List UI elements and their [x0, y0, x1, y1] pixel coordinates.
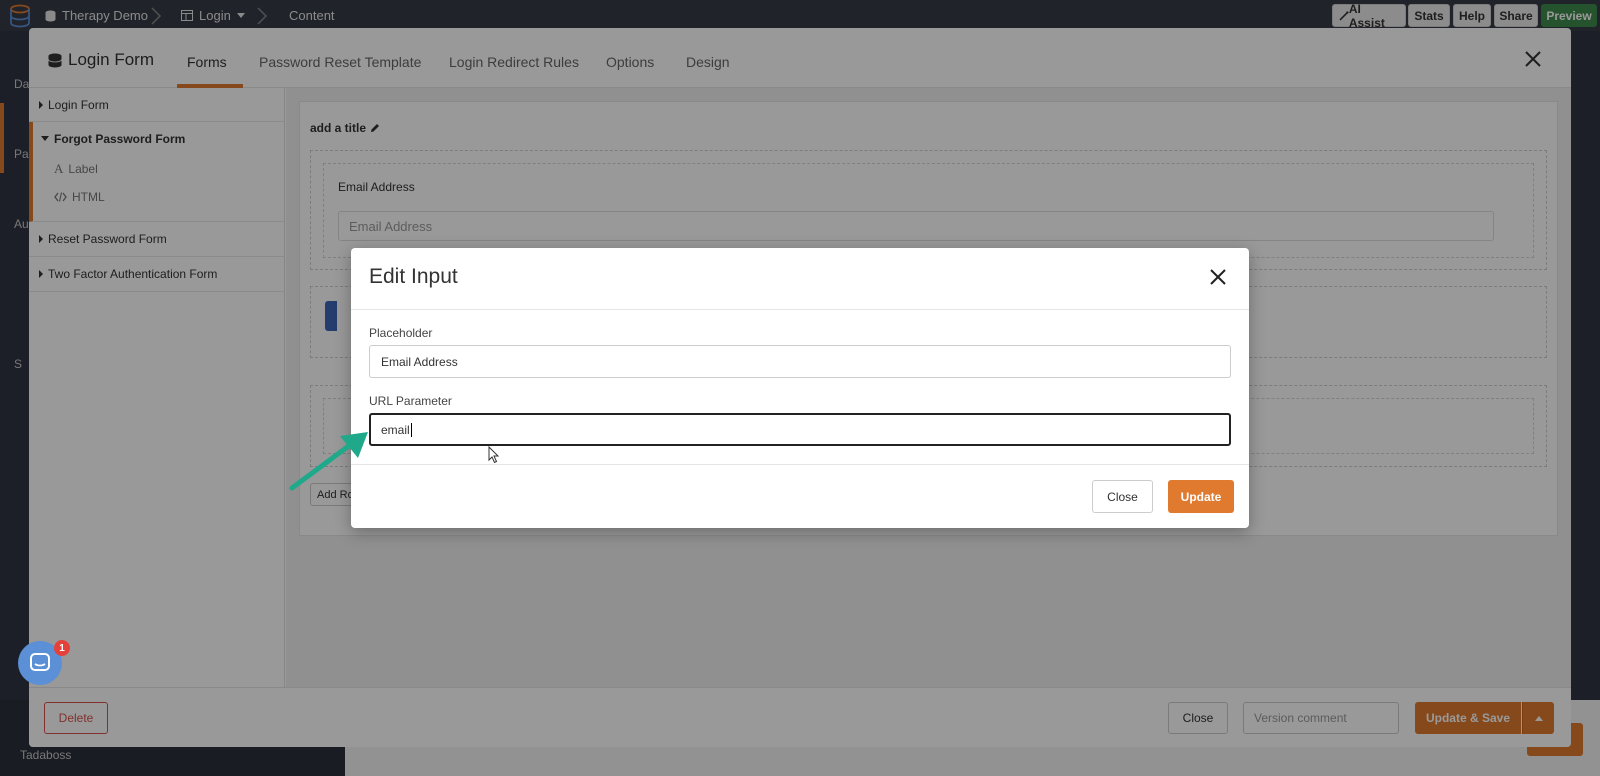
dialog-close-button[interactable]: Close — [1092, 480, 1153, 513]
placeholder-input[interactable]: Email Address — [369, 345, 1231, 378]
divider — [351, 309, 1249, 310]
mouse-pointer-icon — [488, 446, 500, 464]
text-cursor — [410, 422, 412, 437]
divider — [351, 464, 1249, 465]
dialog-title: Edit Input — [369, 265, 458, 288]
close-icon[interactable] — [1209, 268, 1227, 286]
placeholder-input-value: Email Address — [381, 354, 458, 369]
edit-input-dialog: Edit Input Placeholder Email Address URL… — [351, 248, 1249, 528]
url-parameter-label: URL Parameter — [369, 394, 452, 408]
annotation-arrow-icon — [289, 432, 368, 491]
chat-icon — [30, 653, 50, 671]
notification-badge: 1 — [54, 640, 70, 656]
placeholder-label: Placeholder — [369, 326, 433, 340]
url-parameter-value: email — [381, 422, 410, 437]
dialog-update-button[interactable]: Update — [1168, 480, 1234, 513]
url-parameter-input[interactable]: email — [369, 413, 1231, 446]
